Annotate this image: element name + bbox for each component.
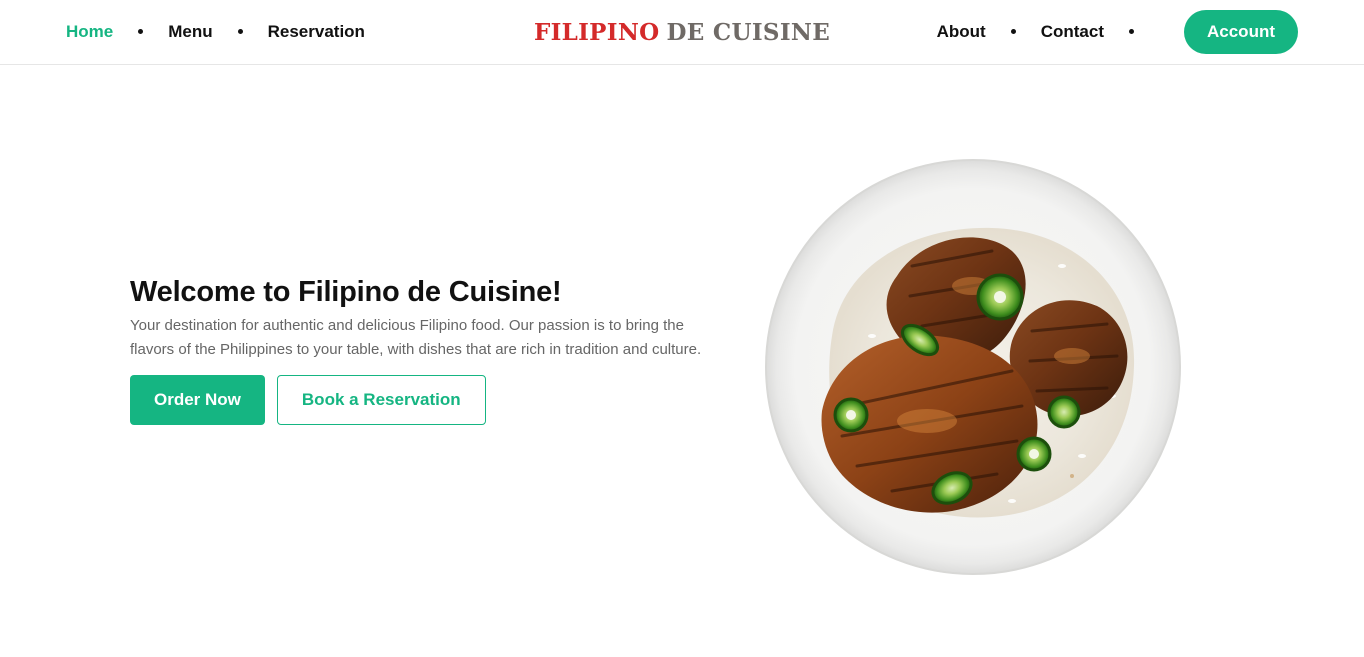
nav-about-link[interactable]: About [937,22,986,42]
nav-separator-dot [1010,28,1016,34]
nav-contact-link[interactable]: Contact [1041,22,1104,42]
hero-title: Welcome to Filipino de Cuisine! [130,276,562,308]
book-reservation-button[interactable]: Book a Reservation [276,375,486,425]
nav-separator-dot [138,28,144,34]
grilled-chicken-rice-plate-image [765,159,1181,575]
brand-logo-part2: DE CUISINE [666,18,831,46]
order-now-button[interactable]: Order Now [130,375,265,425]
nav-home-link[interactable]: Home [66,22,113,42]
hero-dish-image [762,156,1184,578]
nav-menu-link[interactable]: Menu [168,22,212,42]
hero-actions: Order Now Book a Reservation [130,375,720,425]
nav-separator-dot [1129,28,1134,34]
primary-nav-right: About Contact Account [937,0,1298,64]
hero-section: Welcome to Filipino de Cuisine! Your des… [130,274,720,425]
hero-description: Your destination for authentic and delic… [130,317,702,358]
site-header: Home Menu Reservation FILIPINO DE CUISIN… [0,0,1364,65]
nav-separator-dot [237,28,243,34]
primary-nav-left: Home Menu Reservation [66,0,365,64]
brand-logo-part1: FILIPINO [533,18,660,46]
account-button[interactable]: Account [1184,10,1298,54]
nav-reservation-link[interactable]: Reservation [268,22,365,42]
